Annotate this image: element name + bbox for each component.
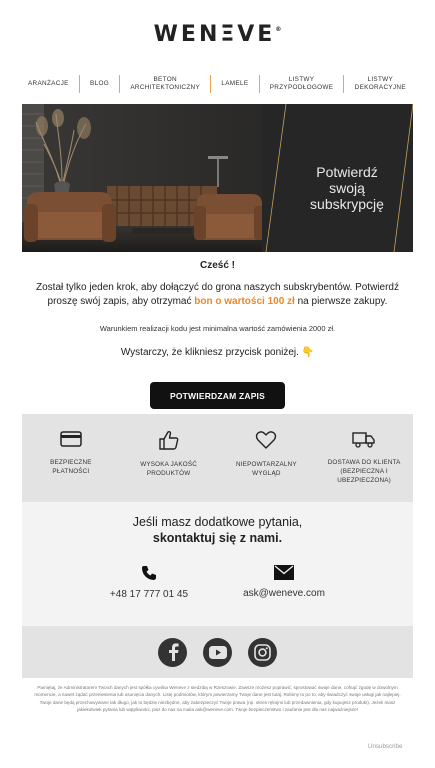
trademark-mark: ® bbox=[275, 26, 282, 33]
nav-item-lamele[interactable]: LAMELE bbox=[215, 80, 254, 88]
feature-label: NIEPOWTARZALNY WYGLĄD bbox=[235, 461, 297, 477]
instruction-text: Wystarczy, że klikniesz przycisk poniżej… bbox=[120, 347, 315, 358]
intro-paragraph: Został tylko jeden krok, aby dołączyć do… bbox=[32, 281, 403, 309]
nav-label: BETON bbox=[153, 76, 177, 83]
phone-number[interactable]: +48 17 777 01 45 bbox=[74, 589, 224, 600]
nav-item-aranzacje[interactable]: ARANŻACJE bbox=[22, 80, 75, 88]
nav-divider bbox=[343, 75, 345, 93]
nav-divider bbox=[210, 75, 212, 93]
feature-label: DOSTAWA DO KLIENTA (BEZPIECZNA I UBEZPIE… bbox=[327, 459, 401, 484]
nav-label: LISTWY bbox=[367, 76, 394, 83]
contact-question: Jeśli masz dodatkowe pytania, skontaktuj… bbox=[22, 514, 413, 546]
envelope-icon bbox=[274, 565, 294, 580]
features-band: BEZPIECZNE PŁATNOŚCI WYSOKA JAKOŚĆ PRODU… bbox=[22, 414, 413, 502]
brand-logo[interactable]: WENΞVE® bbox=[0, 22, 435, 47]
instagram-icon[interactable] bbox=[248, 637, 277, 667]
nav-divider bbox=[78, 75, 80, 93]
feature-quality: WYSOKA JAKOŚĆ PRODUKTÓW bbox=[124, 430, 214, 502]
nav-label: LAMELE bbox=[221, 80, 249, 87]
nav-label: DEKORACYJNE bbox=[354, 84, 406, 91]
nav-label: ARCHITEKTONICZNY bbox=[130, 84, 201, 91]
nav-label: PRZYPODŁOGOWE bbox=[269, 84, 334, 91]
truck-icon bbox=[352, 432, 375, 448]
thumbs-up-icon bbox=[158, 430, 178, 450]
facebook-icon[interactable] bbox=[158, 637, 187, 667]
nav-label: BLOG bbox=[90, 80, 110, 87]
contact-section: Jeśli masz dodatkowe pytania, skontaktuj… bbox=[22, 502, 413, 626]
credit-card-icon bbox=[60, 431, 82, 447]
heart-icon bbox=[256, 431, 277, 449]
feature-secure-payments: BEZPIECZNE PŁATNOŚCI bbox=[26, 430, 116, 502]
nav-label: ARANŻACJE bbox=[28, 80, 69, 87]
phone-icon bbox=[142, 566, 156, 580]
youtube-icon[interactable] bbox=[203, 637, 232, 667]
hero-heading-line1: Potwierdź bbox=[316, 164, 378, 180]
contact-email[interactable]: ask@weneve.com bbox=[209, 565, 359, 599]
email-address[interactable]: ask@weneve.com bbox=[209, 588, 359, 599]
feature-label: BEZPIECZNE PŁATNOŚCI bbox=[50, 459, 92, 475]
contact-phone[interactable]: +48 17 777 01 45 bbox=[74, 565, 224, 600]
legal-notice: Pamiętaj, że Administratorem Twoich dany… bbox=[34, 685, 401, 712]
nav-divider bbox=[258, 75, 260, 93]
feature-unique-look: NIEPOWTARZALNY WYGLĄD bbox=[221, 430, 311, 502]
confirm-subscription-button[interactable]: POTWIERDZAM ZAPIS bbox=[150, 382, 285, 409]
unsubscribe-link[interactable]: Unsubscribe bbox=[368, 743, 402, 750]
nav-item-listwy-przypodlogowe[interactable]: LISTWY PRZYPODŁOGOWE bbox=[264, 76, 340, 92]
nav-divider bbox=[119, 75, 121, 93]
top-navigation: ARANŻACJE BLOG BETON ARCHITEKTONICZNY LA… bbox=[22, 73, 412, 95]
nav-label: LISTWY bbox=[288, 76, 315, 83]
hero-banner[interactable]: Potwierdź swoją subskrypcję bbox=[22, 104, 413, 252]
hero-heading-line2: swoją subskrypcję bbox=[310, 180, 384, 212]
voucher-highlight: bon o wartości 100 zł bbox=[194, 296, 295, 307]
nav-item-blog[interactable]: BLOG bbox=[84, 80, 115, 88]
greeting: Cześć ! bbox=[199, 260, 235, 271]
contact-question-line: Jeśli masz dodatkowe pytania, bbox=[132, 515, 303, 529]
nav-item-beton[interactable]: BETON ARCHITEKTONICZNY bbox=[124, 76, 206, 92]
hero-heading: Potwierdź swoją subskrypcję bbox=[292, 164, 402, 212]
voucher-condition-note: Warunkiem realizacji kodu jest minimalna… bbox=[99, 324, 336, 333]
social-links bbox=[22, 626, 413, 678]
contact-question-bold: skontaktuj się z nami. bbox=[152, 531, 283, 545]
feature-delivery: DOSTAWA DO KLIENTA (BEZPIECZNA I UBEZPIE… bbox=[319, 430, 409, 502]
nav-item-listwy-dekoracyjne[interactable]: LISTWY DEKORACYJNE bbox=[349, 76, 412, 92]
feature-label: WYSOKA JAKOŚĆ PRODUKTÓW bbox=[140, 461, 198, 477]
intro-text-part2: na pierwsze zakupy. bbox=[294, 296, 388, 307]
logo-text: WENΞVE bbox=[153, 22, 276, 47]
